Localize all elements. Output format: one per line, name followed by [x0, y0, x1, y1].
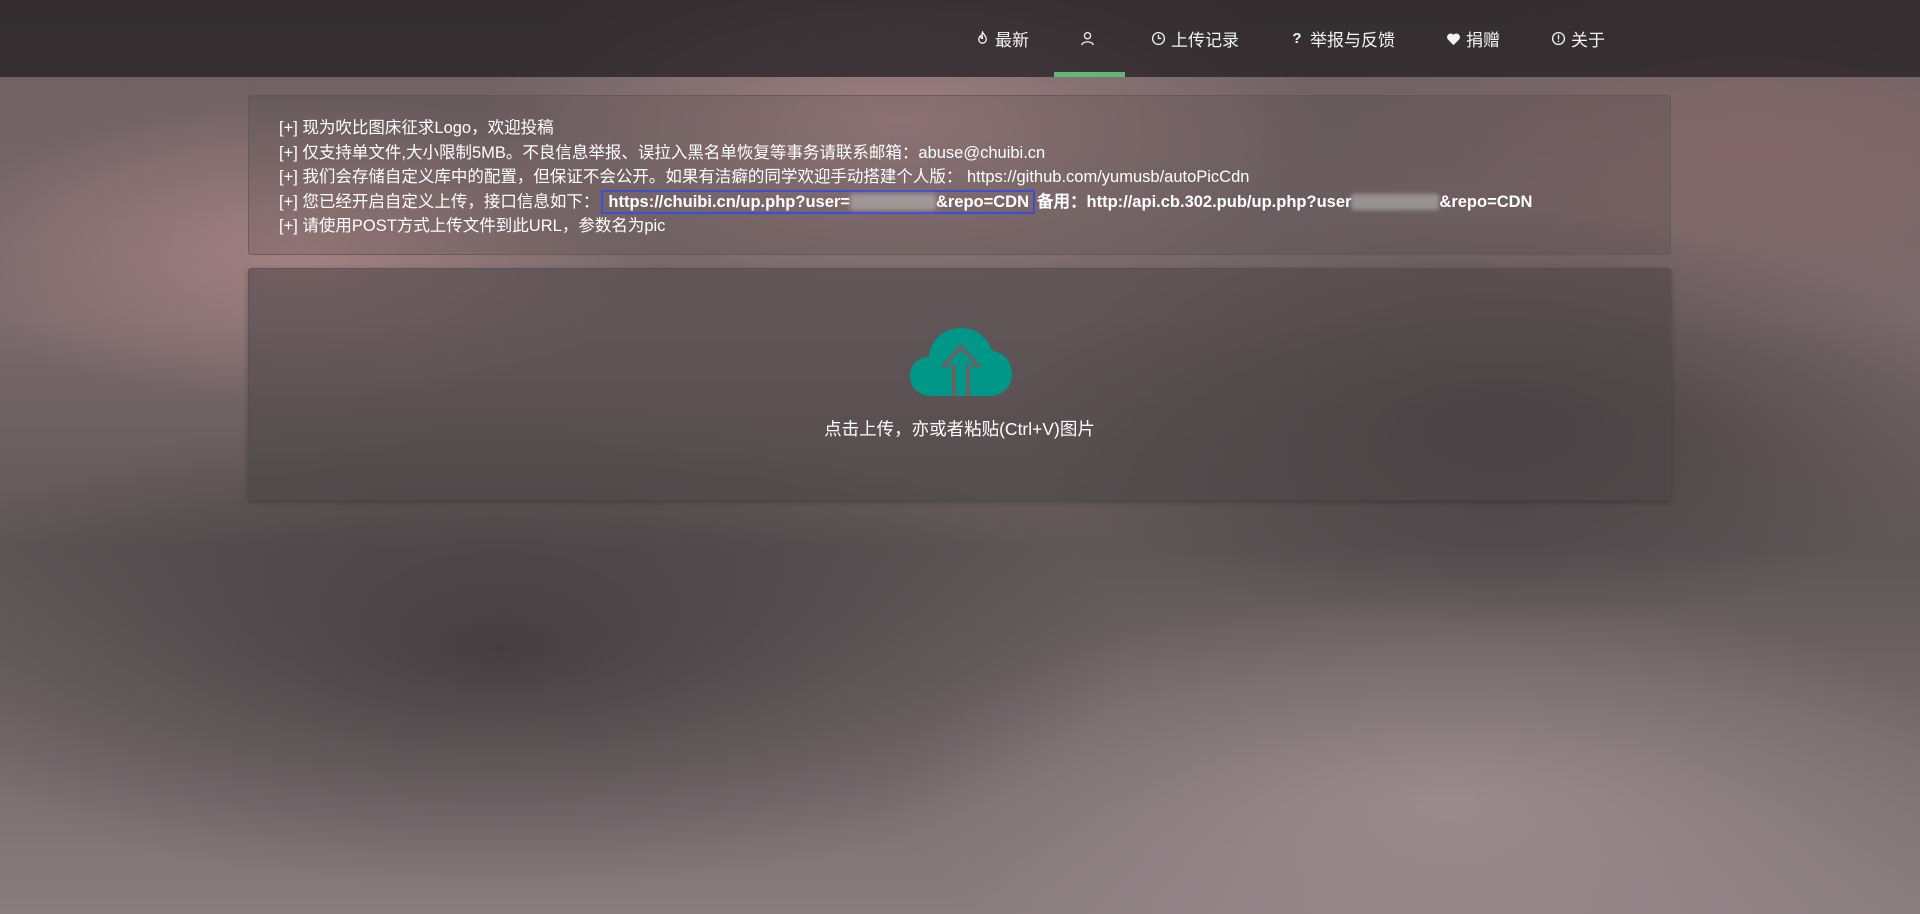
- redacted-username: [1351, 194, 1440, 211]
- backup-label: 备用：: [1037, 192, 1087, 211]
- notice-line-limits: [+] 仅支持单文件,大小限制5MB。不良信息举报、误拉入黑名单恢复等事务请联系…: [279, 143, 1046, 162]
- redacted-username: [849, 194, 936, 211]
- nav-item-user[interactable]: [1054, 0, 1125, 77]
- nav-item-donate[interactable]: 捐赠: [1420, 0, 1525, 77]
- heart-icon: [1445, 31, 1461, 47]
- notice-line-storage: [+] 我们会存储自定义库中的配置，但保证不会公开。如果有洁癖的同学欢迎手动搭建…: [279, 168, 1250, 186]
- info-icon: [1550, 31, 1566, 47]
- clock-icon: [1150, 31, 1166, 47]
- cloud-upload-icon: [910, 328, 1012, 396]
- top-nav-bar: 最新 上传记录 ? 举报与反馈 捐赠 关于: [0, 0, 1920, 77]
- api-url[interactable]: https://chuibi.cn/up.php?user= &repo=CDN: [601, 189, 1035, 214]
- nav-item-latest[interactable]: 最新: [949, 0, 1054, 77]
- notice-line-post: [+] 请使用POST方式上传文件到此URL，参数名为pic: [279, 217, 666, 235]
- nav-item-label: 举报与反馈: [1310, 31, 1395, 50]
- upload-hint: 点击上传，亦或者粘贴(Ctrl+V)图片: [824, 419, 1095, 439]
- nav-item-about[interactable]: 关于: [1525, 0, 1630, 77]
- backup-url-start: http://api.cb.302.pub/up.php?user: [1086, 192, 1352, 211]
- nav-item-label: 捐赠: [1466, 31, 1500, 50]
- nav-item-label: 最新: [995, 31, 1029, 50]
- nav-item-label: 关于: [1571, 31, 1605, 50]
- nav-item-upload-history[interactable]: 上传记录: [1125, 0, 1264, 77]
- api-url-start: https://chuibi.cn/up.php?user=: [608, 192, 850, 211]
- notice-panel: [+] 现为吹比图床征求Logo，欢迎投稿 [+] 仅支持单文件,大小限制5MB…: [248, 95, 1671, 255]
- main-nav: 最新 上传记录 ? 举报与反馈 捐赠 关于: [949, 0, 1630, 77]
- notice-line-logo: [+] 现为吹比图床征求Logo，欢迎投稿: [279, 119, 554, 137]
- api-prefix: [+] 您已经开启自定义上传，接口信息如下：: [279, 192, 600, 211]
- notice-line-api: [+] 您已经开启自定义上传，接口信息如下： https://chuibi.cn/…: [279, 189, 1640, 215]
- user-icon: [1079, 31, 1095, 47]
- api-url-end: &repo=CDN: [935, 192, 1029, 211]
- nav-item-label: 上传记录: [1171, 31, 1239, 50]
- nav-item-report-feedback[interactable]: ? 举报与反馈: [1264, 0, 1420, 77]
- upload-dropzone[interactable]: 点击上传，亦或者粘贴(Ctrl+V)图片: [248, 268, 1671, 500]
- backup-url-end: &repo=CDN: [1439, 192, 1533, 211]
- backup-url[interactable]: http://api.cb.302.pub/up.php?user &repo=C…: [1087, 193, 1533, 211]
- flame-icon: [974, 31, 990, 47]
- question-icon: ?: [1292, 30, 1302, 47]
